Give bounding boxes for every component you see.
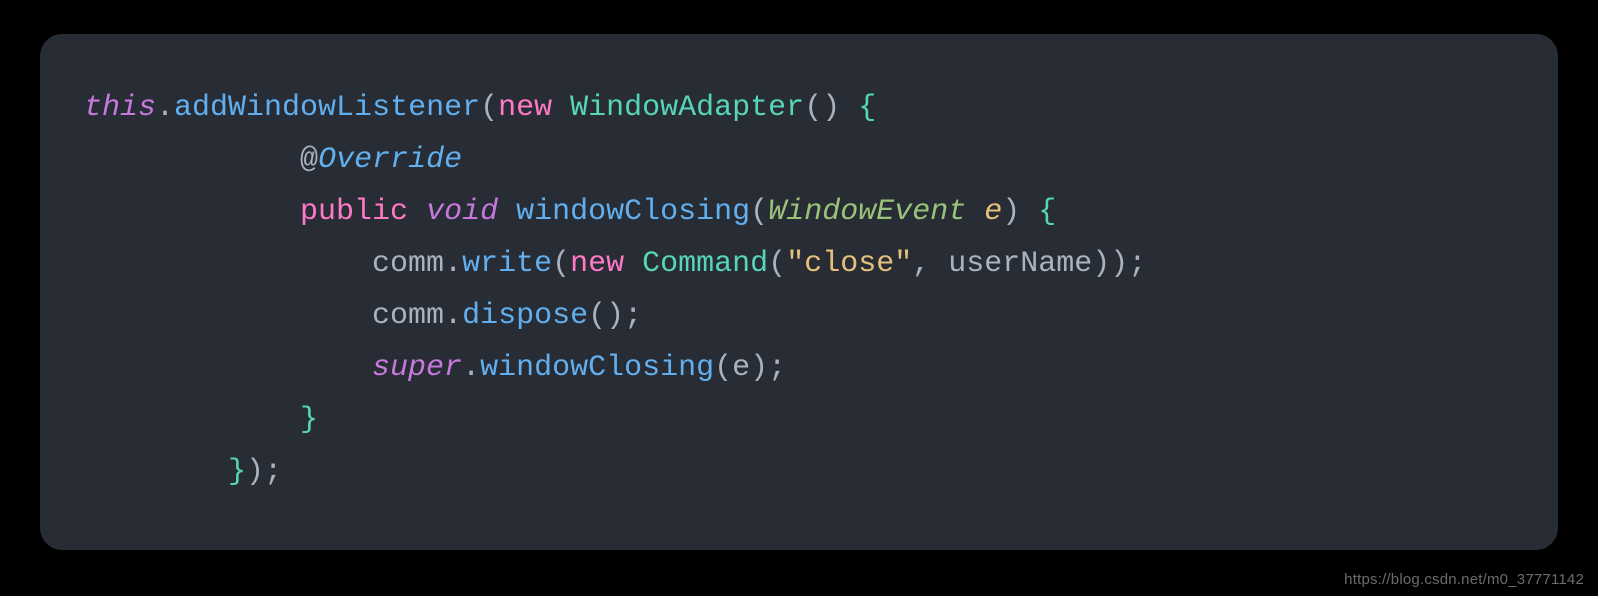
annotation-Override: Override (318, 143, 462, 177)
indent (84, 351, 372, 385)
indent (84, 403, 300, 437)
type-WindowAdapter: WindowAdapter (570, 91, 804, 125)
space (1020, 195, 1038, 229)
paren-open: ( (480, 91, 498, 125)
semicolon: ; (1128, 247, 1146, 281)
paren-open: ( (768, 247, 786, 281)
paren-close: ) (246, 455, 264, 489)
string-close: "close" (786, 247, 912, 281)
method-addWindowListener: addWindowListener (174, 91, 480, 125)
comma: , (912, 247, 930, 281)
indent (84, 195, 300, 229)
param-e: e (984, 195, 1002, 229)
space (624, 247, 642, 281)
semicolon: ; (264, 455, 282, 489)
paren-open: ( (714, 351, 732, 385)
space (930, 247, 948, 281)
ident-comm: comm (372, 247, 444, 281)
paren-open: ( (750, 195, 768, 229)
type-Command: Command (642, 247, 768, 281)
method-windowClosing: windowClosing (480, 351, 714, 385)
semicolon: ; (624, 299, 642, 333)
dot: . (156, 91, 174, 125)
brace-open: { (1038, 195, 1056, 229)
indent (84, 455, 228, 489)
dot: . (444, 247, 462, 281)
ident-userName: userName (948, 247, 1092, 281)
parens: () (804, 91, 840, 125)
at-sign: @ (300, 143, 318, 177)
watermark: https://blog.csdn.net/m0_37771142 (1344, 571, 1584, 588)
method-windowClosing: windowClosing (516, 195, 750, 229)
keyword-super: super (372, 351, 462, 385)
method-dispose: dispose (462, 299, 588, 333)
keyword-new: new (498, 91, 552, 125)
indent (84, 143, 300, 177)
semicolon: ; (768, 351, 786, 385)
paren-close: ) (1110, 247, 1128, 281)
keyword-void: void (426, 195, 498, 229)
method-write: write (462, 247, 552, 281)
code-card: this.addWindowListener(new WindowAdapter… (40, 34, 1558, 550)
space (966, 195, 984, 229)
space (408, 195, 426, 229)
keyword-this: this (84, 91, 156, 125)
paren-close: ) (750, 351, 768, 385)
arg-e: e (732, 351, 750, 385)
keyword-public: public (300, 195, 408, 229)
parens: () (588, 299, 624, 333)
type-WindowEvent: WindowEvent (768, 195, 966, 229)
keyword-new: new (570, 247, 624, 281)
paren-open: ( (552, 247, 570, 281)
brace-open: { (858, 91, 876, 125)
ident-comm: comm (372, 299, 444, 333)
paren-close: ) (1002, 195, 1020, 229)
indent (84, 299, 372, 333)
dot: . (444, 299, 462, 333)
dot: . (462, 351, 480, 385)
brace-close: } (228, 455, 246, 489)
brace-close: } (300, 403, 318, 437)
space (498, 195, 516, 229)
indent (84, 247, 372, 281)
code-block: this.addWindowListener(new WindowAdapter… (84, 82, 1518, 498)
space (552, 91, 570, 125)
space (840, 91, 858, 125)
paren-close: ) (1092, 247, 1110, 281)
